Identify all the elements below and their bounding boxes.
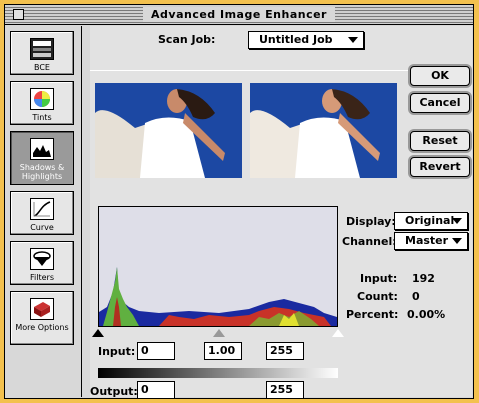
- chevron-down-icon: [452, 238, 462, 244]
- info-count-value: 0: [412, 290, 420, 303]
- output-gradient-bar: [98, 368, 338, 378]
- info-input-label: Input:: [360, 272, 398, 285]
- sidebar-item-bce[interactable]: BCE: [10, 31, 74, 75]
- histogram-icon: [30, 138, 54, 160]
- sidebar-item-label: Shadows & Highlights: [19, 163, 65, 181]
- color-wheel-icon: [30, 88, 54, 110]
- dialog-window: Advanced Image Enhancer BCE Tints Shadow…: [4, 4, 474, 399]
- sidebar-item-label: More Options: [15, 323, 69, 332]
- input-gamma-field[interactable]: 1.00: [204, 342, 242, 360]
- input-white-field[interactable]: 255: [266, 342, 304, 360]
- bce-icon: [30, 38, 54, 60]
- info-count-label: Count:: [357, 290, 398, 303]
- info-input-value: 192: [412, 272, 435, 285]
- info-percent-value: 0.00%: [407, 308, 446, 321]
- curve-icon: [30, 198, 54, 220]
- output-black-field[interactable]: 0: [137, 381, 175, 399]
- input-levels-label: Input:: [98, 345, 136, 358]
- window-title: Advanced Image Enhancer: [143, 7, 335, 22]
- sidebar-item-label: Filters: [30, 273, 54, 282]
- scan-job-value: Untitled Job: [259, 33, 333, 46]
- scan-job-label: Scan Job:: [158, 33, 216, 46]
- cancel-button[interactable]: Cancel: [410, 93, 470, 113]
- original-preview-image: [95, 83, 242, 178]
- sidebar-item-label: Tints: [32, 113, 52, 122]
- chevron-down-icon: [348, 37, 358, 43]
- display-popup[interactable]: Original: [394, 212, 468, 230]
- input-black-field[interactable]: 0: [137, 342, 175, 360]
- sidebar-item-shadows-highlights[interactable]: Shadows & Highlights: [10, 131, 74, 185]
- close-box[interactable]: [13, 9, 24, 20]
- white-point-slider[interactable]: [332, 329, 344, 337]
- sidebar-item-label: Curve: [30, 223, 54, 232]
- filter-icon: [30, 248, 54, 270]
- sidebar-item-curve[interactable]: Curve: [10, 191, 74, 235]
- reset-button[interactable]: Reset: [410, 131, 470, 151]
- info-percent-label: Percent:: [346, 308, 399, 321]
- sidebar-item-filters[interactable]: Filters: [10, 241, 74, 285]
- toolbox-icon: [30, 298, 54, 320]
- channel-label: Channel:: [342, 235, 397, 248]
- preview-image: [250, 83, 397, 178]
- display-label: Display:: [346, 215, 396, 228]
- revert-button[interactable]: Revert: [410, 157, 470, 177]
- sidebar-item-tints[interactable]: Tints: [10, 81, 74, 125]
- chevron-down-icon: [452, 218, 462, 224]
- histogram: [98, 206, 338, 327]
- ok-button[interactable]: OK: [410, 66, 470, 86]
- title-bar[interactable]: Advanced Image Enhancer: [5, 5, 473, 25]
- sidebar-item-more-options[interactable]: More Options: [10, 291, 74, 345]
- channel-popup[interactable]: Master: [394, 232, 468, 250]
- channel-value: Master: [405, 234, 449, 247]
- output-white-field[interactable]: 255: [266, 381, 304, 399]
- tool-sidebar: BCE Tints Shadows & Highlights Curve Fil…: [6, 26, 82, 397]
- black-point-slider[interactable]: [92, 329, 104, 337]
- gamma-slider[interactable]: [213, 329, 225, 337]
- display-value: Original: [405, 214, 455, 227]
- sidebar-item-label: BCE: [34, 63, 50, 72]
- output-levels-label: Output:: [90, 385, 138, 398]
- main-panel: Scan Job: Untitled Job OK Cancel Reset R…: [90, 26, 472, 399]
- histogram-graph: [99, 267, 337, 326]
- scan-job-popup[interactable]: Untitled Job: [248, 31, 364, 49]
